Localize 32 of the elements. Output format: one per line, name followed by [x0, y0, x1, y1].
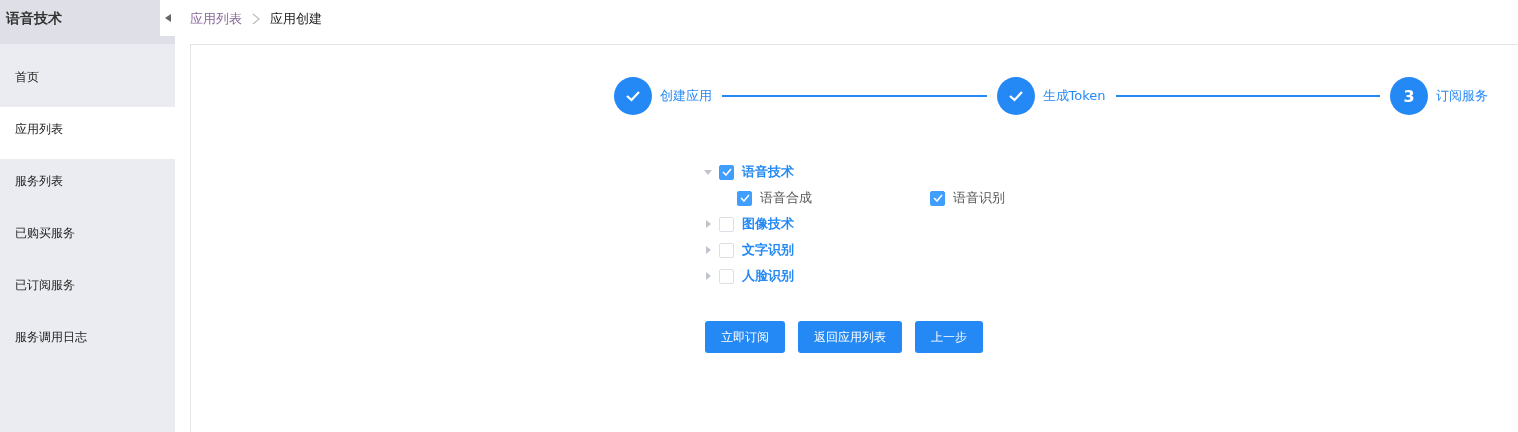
tree-label: 人脸识别 [742, 267, 794, 285]
chevron-icon [252, 13, 260, 25]
sidebar-item[interactable]: 应用列表 [0, 107, 175, 159]
step-number: 3 [1390, 77, 1428, 115]
tree-label: 语音合成 [760, 189, 812, 207]
action-button[interactable]: 返回应用列表 [798, 321, 902, 353]
sidebar-item[interactable]: 已购买服务 [0, 211, 175, 263]
checkbox[interactable] [737, 190, 752, 206]
tree-label: 语音识别 [953, 189, 1005, 207]
action-button[interactable]: 上一步 [915, 321, 983, 353]
step-label: 订阅服务 [1436, 87, 1488, 105]
sidebar-title: 语音技术 [0, 0, 175, 44]
caret-right-icon[interactable] [704, 246, 712, 254]
tree-label: 文字识别 [742, 241, 794, 259]
action-button[interactable]: 立即订阅 [705, 321, 785, 353]
sidebar-item[interactable]: 首页 [0, 55, 175, 107]
tree-label: 图像技术 [742, 215, 794, 233]
checkbox[interactable] [930, 190, 945, 206]
breadcrumb-item: 应用创建 [270, 10, 322, 28]
caret-down-icon[interactable] [704, 168, 712, 176]
caret-right-icon[interactable] [704, 272, 712, 280]
sidebar-item[interactable]: 服务列表 [0, 159, 175, 211]
collapse-icon [164, 14, 171, 22]
breadcrumb-item[interactable]: 应用列表 [190, 10, 242, 28]
step-label: 创建应用 [660, 87, 712, 105]
sidebar-item[interactable]: 服务调用日志 [0, 315, 175, 367]
tree-label: 语音技术 [742, 163, 794, 181]
checkbox[interactable] [719, 164, 734, 180]
caret-right-icon[interactable] [704, 220, 712, 228]
collapse-toggle[interactable] [160, 0, 175, 36]
step-label: 生成Token [1042, 87, 1106, 105]
sidebar-item[interactable]: 已订阅服务 [0, 263, 175, 315]
